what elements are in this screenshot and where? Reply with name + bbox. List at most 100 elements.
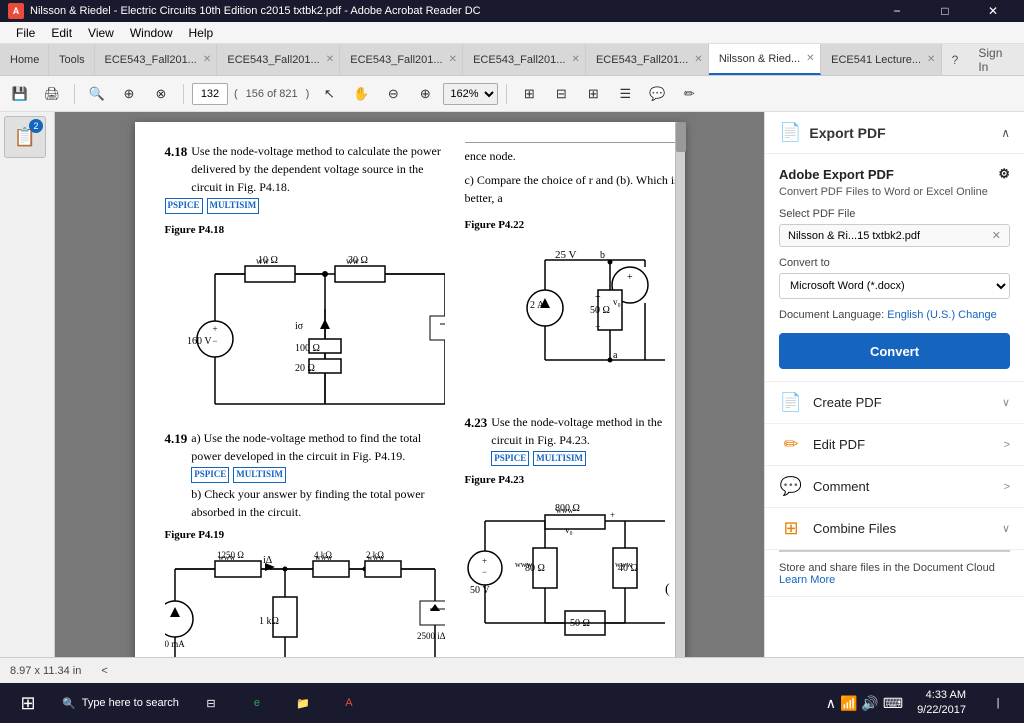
scroll-left-arrow[interactable]: < — [101, 665, 107, 677]
signin-button[interactable]: Sign In — [968, 44, 1024, 75]
tab-nilsson[interactable]: Nilsson & Ried... ✕ — [709, 44, 821, 75]
scrolling-button[interactable]: ☰ — [611, 80, 639, 108]
convert-button[interactable]: Convert — [779, 333, 1010, 369]
pdf-page: 4.18 Use the node-voltage method to calc… — [135, 122, 685, 657]
tab-ece1-close[interactable]: ✕ — [203, 54, 211, 65]
tab-ece3-close[interactable]: ✕ — [449, 54, 457, 65]
file-selector[interactable]: Nilsson & Ri...15 txtbk2.pdf ✕ — [779, 224, 1010, 247]
svg-text:www: www — [218, 553, 236, 562]
taskbar-acrobat[interactable]: A — [327, 686, 371, 720]
adobe-settings-icon[interactable]: ⚙ — [998, 166, 1010, 182]
svg-text:160 V: 160 V — [187, 336, 212, 347]
circuit-p422: 25 V b + 2 A — [465, 240, 685, 400]
network-icon[interactable]: 📶 — [840, 695, 857, 712]
app-icon: A — [8, 3, 24, 19]
zoom-select[interactable]: 162% — [443, 83, 498, 105]
language-value[interactable]: English (U.S.) — [887, 309, 955, 321]
tab-ece2[interactable]: ECE543_Fall201... ✕ — [217, 44, 340, 75]
tab-ece5[interactable]: ECE543_Fall201... ✕ — [586, 44, 709, 75]
taskbar-taskview[interactable]: ⊟ — [189, 686, 233, 720]
prob-418-number: 4.18 — [165, 142, 188, 162]
fit-width-button[interactable]: ⊟ — [547, 80, 575, 108]
create-pdf-chevron: ∨ — [1002, 396, 1010, 409]
change-language-link[interactable]: Change — [958, 309, 997, 321]
close-button[interactable]: ✕ — [970, 0, 1016, 22]
tab-tools[interactable]: Tools — [49, 44, 95, 75]
right-panel-chevron[interactable]: ∧ — [1001, 126, 1010, 140]
svg-text:+: + — [627, 272, 633, 283]
svg-text:ww: ww — [346, 256, 359, 266]
hand-tool[interactable]: ✋ — [347, 80, 375, 108]
menu-window[interactable]: Window — [122, 24, 181, 42]
create-pdf-label: Create PDF — [813, 395, 992, 410]
window-title: Nilsson & Riedel - Electric Circuits 10t… — [30, 5, 874, 17]
zoom-in-button[interactable]: ⊕ — [411, 80, 439, 108]
taskbar-explorer[interactable]: 📁 — [281, 686, 325, 720]
svg-text:www: www — [615, 560, 633, 569]
menu-view[interactable]: View — [80, 24, 122, 42]
fit-page-button[interactable]: ⊞ — [515, 80, 543, 108]
page-number-input[interactable] — [192, 83, 228, 105]
tab-ece3[interactable]: ECE543_Fall201... ✕ — [340, 44, 463, 75]
cursor-tool[interactable]: ↖ — [315, 80, 343, 108]
system-clock[interactable]: 4:33 AM 9/22/2017 — [909, 688, 974, 719]
panel-btn-1[interactable]: 2 📋 — [4, 116, 46, 158]
pdf-area[interactable]: 4.18 Use the node-voltage method to calc… — [55, 112, 764, 657]
tab-ece541[interactable]: ECE541 Lecture... ✕ — [821, 44, 942, 75]
taskbar-edge[interactable]: e — [235, 686, 279, 720]
tab-ece4-close[interactable]: ✕ — [571, 54, 579, 65]
combine-files-row[interactable]: ⊞ Combine Files ∨ — [765, 508, 1024, 550]
new-tab-button[interactable]: ? — [942, 44, 969, 75]
scroll-indicator[interactable] — [675, 122, 685, 657]
svg-text:v₀: v₀ — [613, 297, 621, 307]
menu-file[interactable]: File — [8, 24, 43, 42]
comment-row[interactable]: 💬 Comment > — [765, 466, 1024, 508]
tab-ece2-close[interactable]: ✕ — [326, 54, 334, 65]
format-select[interactable]: Microsoft Word (*.docx) Excel (*.xlsx) — [779, 273, 1010, 299]
adobe-export-label: Adobe Export PDF — [779, 167, 894, 182]
show-desktop-button[interactable]: | — [976, 686, 1020, 720]
tab-home[interactable]: Home — [0, 44, 49, 75]
acrobat-icon: A — [345, 697, 352, 709]
nav-next-button[interactable]: ⊗ — [147, 80, 175, 108]
minimize-button[interactable]: − — [874, 0, 920, 22]
file-selector-clear[interactable]: ✕ — [992, 229, 1001, 242]
create-pdf-row[interactable]: 📄 Create PDF ∨ — [765, 382, 1024, 424]
svg-text:−: − — [595, 322, 601, 333]
search-button[interactable]: 🔍 — [83, 80, 111, 108]
tab-ece5-close[interactable]: ✕ — [694, 54, 702, 65]
restore-button[interactable]: □ — [922, 0, 968, 22]
print-button[interactable]: 🖨 — [38, 80, 66, 108]
prob-423-multisim: MULTISIM — [533, 451, 586, 467]
tab-ece4[interactable]: ECE543_Fall201... ✕ — [463, 44, 586, 75]
prob-419-parta: a) Use the node-voltage method to find t… — [191, 429, 444, 465]
menu-help[interactable]: Help — [181, 24, 222, 42]
two-page-button[interactable]: ⊞ — [579, 80, 607, 108]
volume-icon[interactable]: 🔊 — [861, 695, 878, 712]
zoom-out-button[interactable]: ⊖ — [379, 80, 407, 108]
comment-button[interactable]: 💬 — [643, 80, 671, 108]
figure-p422-label: Figure P4.22 — [465, 217, 685, 234]
tab-ece1[interactable]: ECE543_Fall201... ✕ — [95, 44, 218, 75]
ence-node-text: ence node. — [465, 149, 516, 163]
tab-ece541-close[interactable]: ✕ — [927, 54, 935, 65]
scroll-thumb[interactable] — [676, 122, 686, 152]
save-button[interactable]: 💾 — [6, 80, 34, 108]
adobe-export-subtitle: Convert PDF Files to Word or Excel Onlin… — [779, 186, 1010, 198]
edit-button[interactable]: ✏ — [675, 80, 703, 108]
tray-chevron[interactable]: ∧ — [826, 695, 836, 712]
start-button[interactable]: ⊞ — [4, 683, 52, 723]
prob-418-multisim: MULTISIM — [207, 198, 260, 214]
adobe-export-section: Adobe Export PDF ⚙ Convert PDF Files to … — [765, 154, 1024, 382]
svg-text:25 V: 25 V — [555, 249, 577, 261]
taskbar-search[interactable]: 🔍 Type here to search — [54, 686, 187, 720]
learn-more-link[interactable]: Learn More — [779, 574, 835, 586]
edit-pdf-row[interactable]: ✏ Edit PDF > — [765, 424, 1024, 466]
tab-nilsson-close[interactable]: ✕ — [806, 53, 814, 64]
svg-text:2500 iΔ: 2500 iΔ — [417, 631, 445, 641]
keyboard-icon[interactable]: ⌨ — [883, 695, 903, 712]
doc-language-label: Document Language: English (U.S.) Change — [779, 309, 1010, 321]
combine-files-label: Combine Files — [813, 521, 992, 536]
menu-edit[interactable]: Edit — [43, 24, 80, 42]
nav-prev-button[interactable]: ⊕ — [115, 80, 143, 108]
